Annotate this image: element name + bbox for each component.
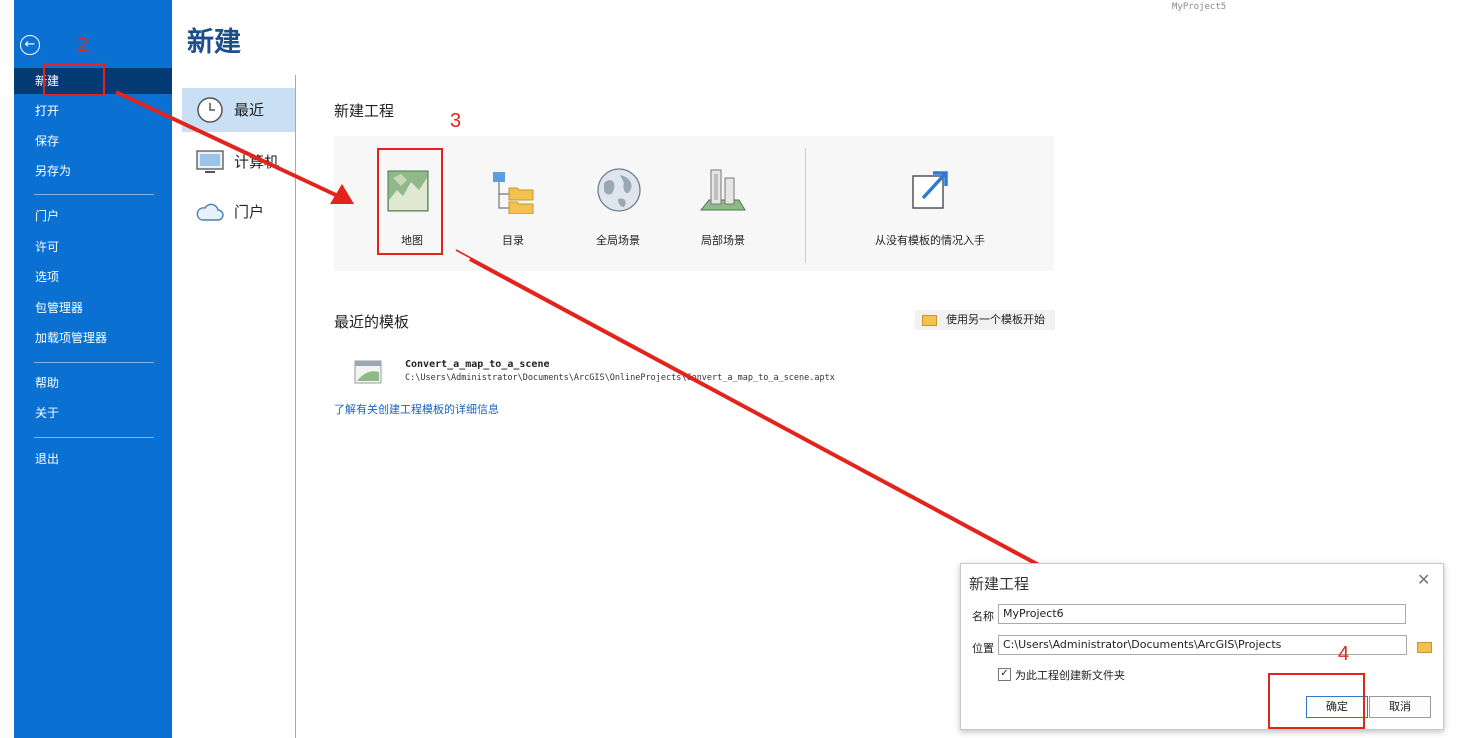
annotation-arrow-new-to-map: [115, 90, 339, 198]
location-label: 位置: [972, 642, 994, 655]
name-label: 名称: [972, 610, 994, 623]
project-name-input[interactable]: MyProject6: [998, 604, 1406, 624]
annotation-box-ok: [1268, 673, 1365, 729]
annotation-number-4: 4: [1338, 643, 1350, 665]
dialog-title: 新建工程: [969, 575, 1030, 593]
browse-folder-icon[interactable]: [1417, 642, 1432, 653]
create-folder-checkbox[interactable]: ✓: [998, 668, 1011, 681]
create-folder-label: 为此工程创建新文件夹: [1015, 669, 1125, 682]
new-project-dialog: 新建工程 ✕ 名称 MyProject6 位置 C:\Users\Adminis…: [960, 563, 1444, 730]
close-icon[interactable]: ✕: [1417, 570, 1430, 589]
cancel-button[interactable]: 取消: [1369, 696, 1431, 718]
